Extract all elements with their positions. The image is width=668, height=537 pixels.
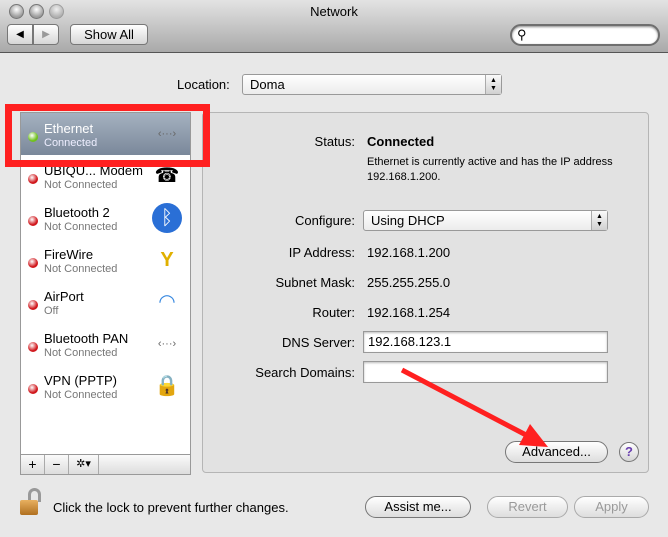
annotation-arrow [400,367,548,447]
